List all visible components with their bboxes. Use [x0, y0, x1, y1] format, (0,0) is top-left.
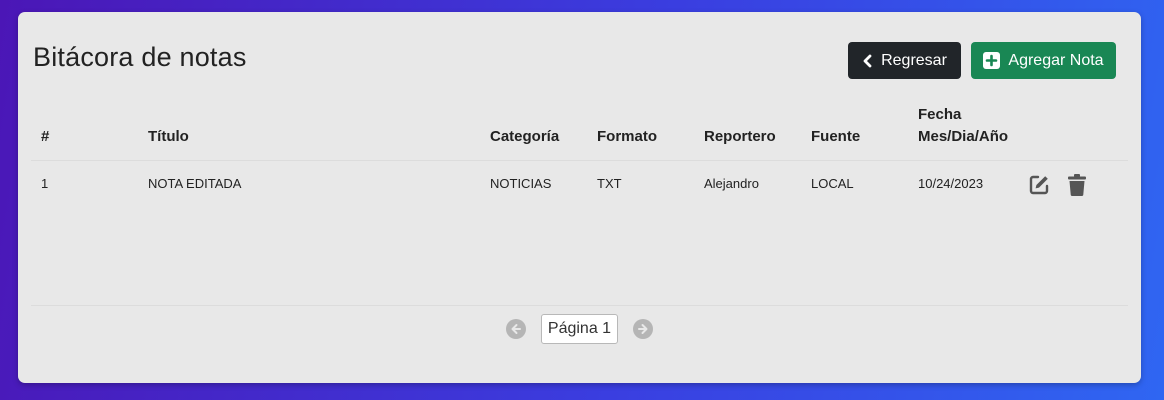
column-header-title: Título	[138, 102, 480, 161]
back-button-label: Regresar	[881, 51, 947, 69]
notes-table: # Título Categoría Formato Reportero Fue…	[31, 102, 1128, 206]
table-row: 1 NOTA EDITADA NOTICIAS TXT Alejandro LO…	[31, 160, 1128, 206]
cell-reporter: Alejandro	[704, 175, 759, 191]
cell-format: TXT	[597, 175, 622, 191]
plus-square-icon	[983, 52, 1001, 69]
column-header-actions	[1018, 102, 1128, 161]
pagination: Página 1	[18, 314, 1141, 344]
cell-num: 1	[41, 175, 49, 191]
trash-icon[interactable]	[1068, 174, 1087, 197]
cell-title: NOTA EDITADA	[148, 175, 242, 191]
cell-category: NOTICIAS	[490, 175, 552, 191]
page-title: Bitácora de notas	[33, 42, 247, 72]
table-divider	[31, 305, 1128, 306]
page-indicator: Página 1	[540, 314, 619, 344]
column-header-format: Formato	[587, 102, 694, 161]
back-button[interactable]: Regresar	[848, 42, 961, 79]
add-note-button[interactable]: Agregar Nota	[971, 42, 1116, 79]
column-header-category: Categoría	[480, 102, 587, 161]
chevron-left-icon	[862, 54, 872, 68]
notes-card: Bitácora de notas Regresar Agregar Nota …	[18, 12, 1141, 383]
table-header-row: # Título Categoría Formato Reportero Fue…	[31, 102, 1128, 161]
column-header-date-line1: Fecha	[918, 105, 962, 123]
cell-actions	[1018, 160, 1128, 206]
column-header-source: Fuente	[801, 102, 908, 161]
column-header-date-line2: Mes/Dia/Año	[918, 127, 1009, 145]
column-header-date: Fecha Mes/Dia/Año	[908, 102, 1019, 161]
arrow-right-circle-icon[interactable]	[633, 319, 654, 339]
add-note-button-label: Agregar Nota	[1008, 51, 1104, 69]
edit-icon[interactable]	[1028, 174, 1050, 196]
cell-date: 10/24/2023	[918, 175, 984, 191]
cell-source: LOCAL	[811, 175, 854, 191]
column-header-num: #	[31, 102, 138, 161]
arrow-left-circle-icon[interactable]	[505, 319, 526, 339]
column-header-reporter: Reportero	[694, 102, 801, 161]
